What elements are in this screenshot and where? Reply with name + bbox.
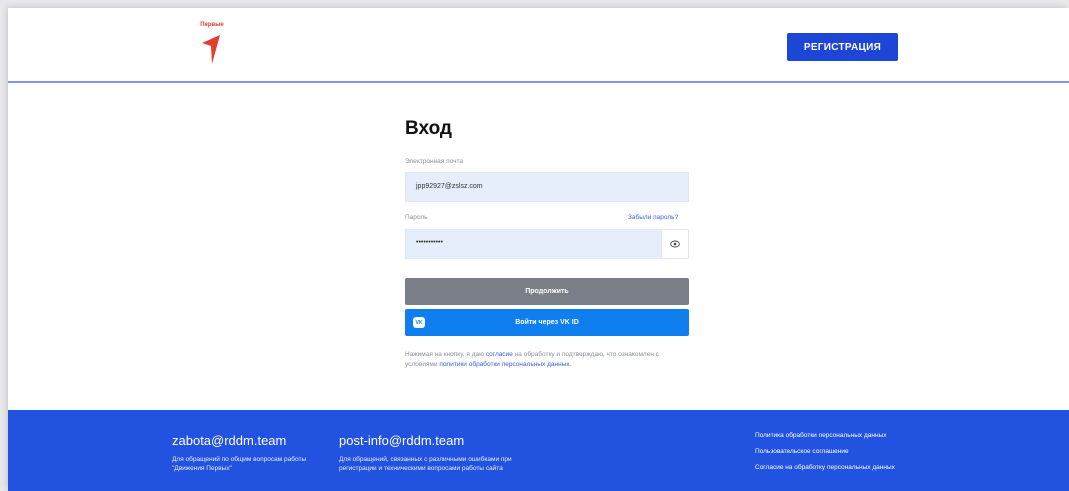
continue-button[interactable]: Продолжить xyxy=(405,278,689,305)
logo[interactable]: Первые xyxy=(194,22,234,74)
consent-text: Нажимая на кнопку, я даю согласие на обр… xyxy=(405,350,689,370)
logo-icon xyxy=(202,35,220,64)
support-email[interactable]: zabota@rddm.team xyxy=(172,433,286,448)
vk-login-button[interactable]: VK Войти через VK ID xyxy=(405,309,689,336)
email-label: Электронная почта xyxy=(405,158,464,165)
vk-icon: VK xyxy=(413,317,425,328)
password-value: ••••••••••• xyxy=(416,239,443,246)
eye-icon xyxy=(670,240,680,248)
register-button[interactable]: РЕГИСТРАЦИЯ xyxy=(787,33,898,61)
password-field[interactable]: ••••••••••• xyxy=(405,229,689,259)
consent-link[interactable]: согласие xyxy=(486,351,513,358)
privacy-policy-link[interactable]: политики обработки персональных данных xyxy=(439,361,569,368)
header: Первые РЕГИСТРАЦИЯ xyxy=(8,8,1069,83)
support-email-desc: Для обращений по общим вопросам работы "… xyxy=(172,456,307,472)
footer-link-privacy[interactable]: Политика обработки персональных данных xyxy=(755,432,887,439)
email-value: jpp92927@zslsz.com xyxy=(416,183,483,190)
password-label: Пароль xyxy=(405,214,428,221)
show-password-button[interactable] xyxy=(661,230,688,258)
page-frame: Первые РЕГИСТРАЦИЯ Вход Электронная почт… xyxy=(8,8,1069,491)
vk-login-label: Войти через VK ID xyxy=(515,319,579,326)
footer: zabota@rddm.team Для обращений по общим … xyxy=(8,410,1069,491)
footer-link-consent[interactable]: Согласие на обработку персональных данны… xyxy=(755,464,895,471)
tech-email-desc: Для обращений, связанных с различными ош… xyxy=(339,456,512,472)
consent-part3: . xyxy=(569,361,572,368)
tech-email[interactable]: post-info@rddm.team xyxy=(339,433,464,448)
forgot-password-link[interactable]: Забыли пароль? xyxy=(628,214,678,221)
consent-part1: Нажимая на кнопку, я даю xyxy=(405,351,486,358)
email-field[interactable]: jpp92927@zslsz.com xyxy=(405,172,689,202)
login-title: Вход xyxy=(405,118,452,139)
footer-link-terms[interactable]: Пользовательское соглашение xyxy=(755,448,849,455)
logo-text: Первые xyxy=(200,22,224,28)
